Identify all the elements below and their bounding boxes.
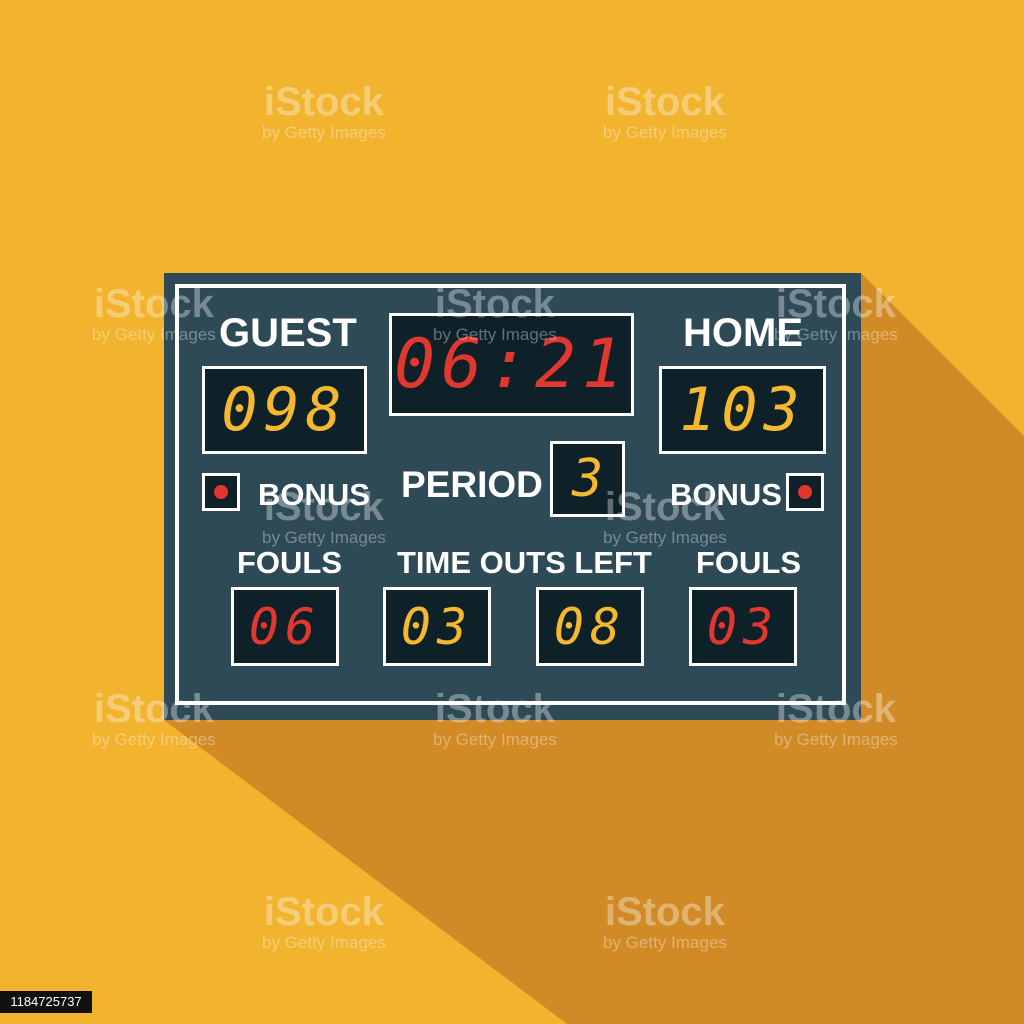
watermark-brand: iStock (604, 890, 725, 934)
watermark: iStock by Getty Images (262, 485, 386, 547)
time-outs-left-label: TIME OUTS LEFT (397, 545, 652, 580)
watermark-credit: by Getty Images (262, 123, 386, 142)
watermark: iStock by Getty Images (433, 282, 557, 344)
watermark-brand: iStock (604, 485, 725, 529)
watermark-brand: iStock (775, 687, 896, 731)
watermark-credit: by Getty Images (92, 325, 216, 344)
watermark: iStock by Getty Images (603, 485, 727, 547)
guest-fouls-label: FOULS (237, 545, 343, 580)
watermark-credit: by Getty Images (92, 730, 216, 749)
guest-score: 098 (221, 375, 348, 445)
watermark-brand: iStock (263, 890, 384, 934)
image-id-tag: 1184725737 (0, 991, 92, 1013)
period-value: 3 (571, 449, 604, 509)
watermark-credit: by Getty Images (603, 123, 727, 142)
watermark: iStock by Getty Images (774, 687, 898, 749)
home-timeouts-display: 08 (536, 587, 644, 666)
watermark-credit: by Getty Images (262, 933, 386, 952)
home-bonus-light (798, 485, 812, 499)
watermark-credit: by Getty Images (262, 528, 386, 547)
home-fouls-value: 03 (706, 597, 780, 656)
watermark-brand: iStock (604, 80, 725, 124)
watermark: iStock by Getty Images (92, 282, 216, 344)
guest-timeouts-value: 03 (400, 597, 474, 656)
home-score-display: 103 (659, 366, 826, 454)
watermark-credit: by Getty Images (433, 325, 557, 344)
home-score: 103 (679, 375, 806, 445)
watermark-brand: iStock (93, 282, 214, 326)
watermark-credit: by Getty Images (433, 730, 557, 749)
watermark-brand: iStock (93, 687, 214, 731)
guest-score-display: 098 (202, 366, 367, 454)
watermark-credit: by Getty Images (774, 730, 898, 749)
home-bonus-indicator (786, 473, 824, 511)
watermark: iStock by Getty Images (433, 687, 557, 749)
watermark: iStock by Getty Images (774, 282, 898, 344)
home-fouls-display: 03 (689, 587, 797, 666)
watermark-brand: iStock (263, 485, 384, 529)
watermark-credit: by Getty Images (603, 933, 727, 952)
guest-bonus-light (214, 485, 228, 499)
watermark-credit: by Getty Images (603, 528, 727, 547)
watermark: iStock by Getty Images (603, 80, 727, 142)
guest-timeouts-display: 03 (383, 587, 491, 666)
watermark-brand: iStock (263, 80, 384, 124)
watermark-brand: iStock (775, 282, 896, 326)
watermark-brand: iStock (434, 687, 555, 731)
watermark: iStock by Getty Images (603, 890, 727, 952)
watermark-credit: by Getty Images (774, 325, 898, 344)
guest-fouls-value: 06 (248, 597, 322, 656)
watermark: iStock by Getty Images (92, 687, 216, 749)
watermark: iStock by Getty Images (262, 890, 386, 952)
period-label: PERIOD (401, 464, 543, 505)
guest-bonus-indicator (202, 473, 240, 511)
watermark: iStock by Getty Images (262, 80, 386, 142)
guest-fouls-display: 06 (231, 587, 339, 666)
watermark-brand: iStock (434, 282, 555, 326)
guest-label: GUEST (219, 311, 357, 355)
home-fouls-label: FOULS (696, 545, 802, 580)
home-timeouts-value: 08 (553, 597, 627, 656)
